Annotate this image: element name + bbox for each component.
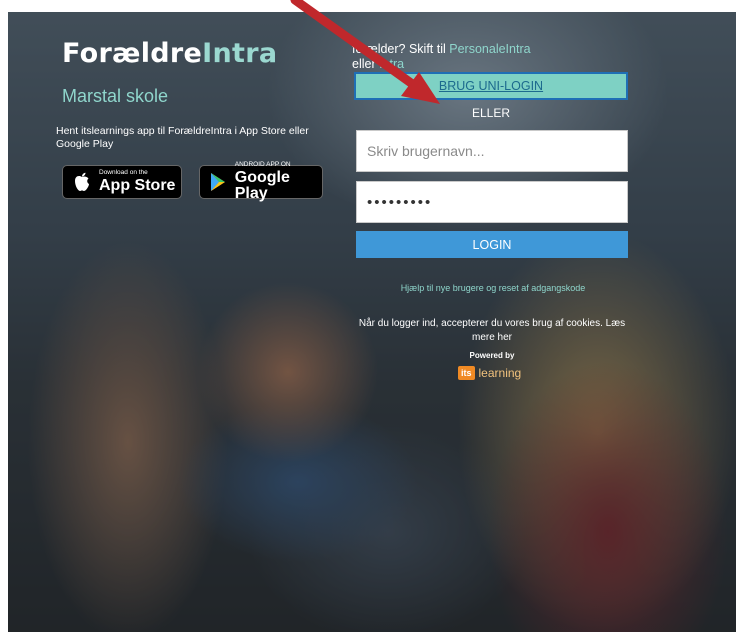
google-play-icon — [208, 171, 229, 193]
password-input[interactable] — [356, 181, 628, 223]
logo-part2: Intra — [202, 38, 278, 69]
username-input[interactable] — [356, 130, 628, 172]
appstore-small-text: Download on the — [99, 168, 148, 176]
personaleintra-link[interactable]: PersonaleIntra — [449, 42, 530, 56]
or-separator: ELLER — [471, 106, 511, 120]
app-store-button[interactable]: Download on the App Store — [62, 165, 182, 199]
googleplay-big-text: Google Play — [234, 169, 290, 203]
cookies-text[interactable]: Når du logger ind, accepterer du vores b… — [356, 317, 628, 345]
itslearning-logo[interactable]: its learning — [458, 366, 521, 380]
googleplay-small-text: ANDROID APP ON — [234, 160, 291, 168]
app-promo-text: Hent itslearnings app til ForældreIntra … — [56, 125, 309, 150]
school-name: Marstal skole — [62, 86, 169, 106]
foraeldreintra-logo: ForældreIntra — [62, 38, 277, 69]
google-play-button[interactable]: ANDROID APP ON Google Play — [199, 160, 323, 203]
logo-part1: Forældre — [62, 38, 203, 69]
appstore-big-text: App Store — [99, 177, 176, 195]
prompt-text1: forælder? Skift til — [352, 42, 450, 56]
itslearning-badge: its — [458, 366, 475, 380]
uni-login-button[interactable]: BRUG UNI-LOGIN — [354, 72, 628, 100]
login-button[interactable]: LOGIN — [356, 231, 628, 258]
prompt-text2: eller — [352, 57, 380, 71]
switch-portal-text: forælder? Skift til PersonaleIntra eller… — [352, 42, 632, 72]
elevintra-link[interactable]: Intra — [379, 57, 404, 71]
itslearning-word: learning — [478, 366, 522, 380]
help-link[interactable]: Hjælp til nye brugere og reset af adgang… — [380, 282, 606, 295]
apple-icon — [71, 171, 93, 193]
powered-by-text: Powered by — [469, 351, 515, 360]
